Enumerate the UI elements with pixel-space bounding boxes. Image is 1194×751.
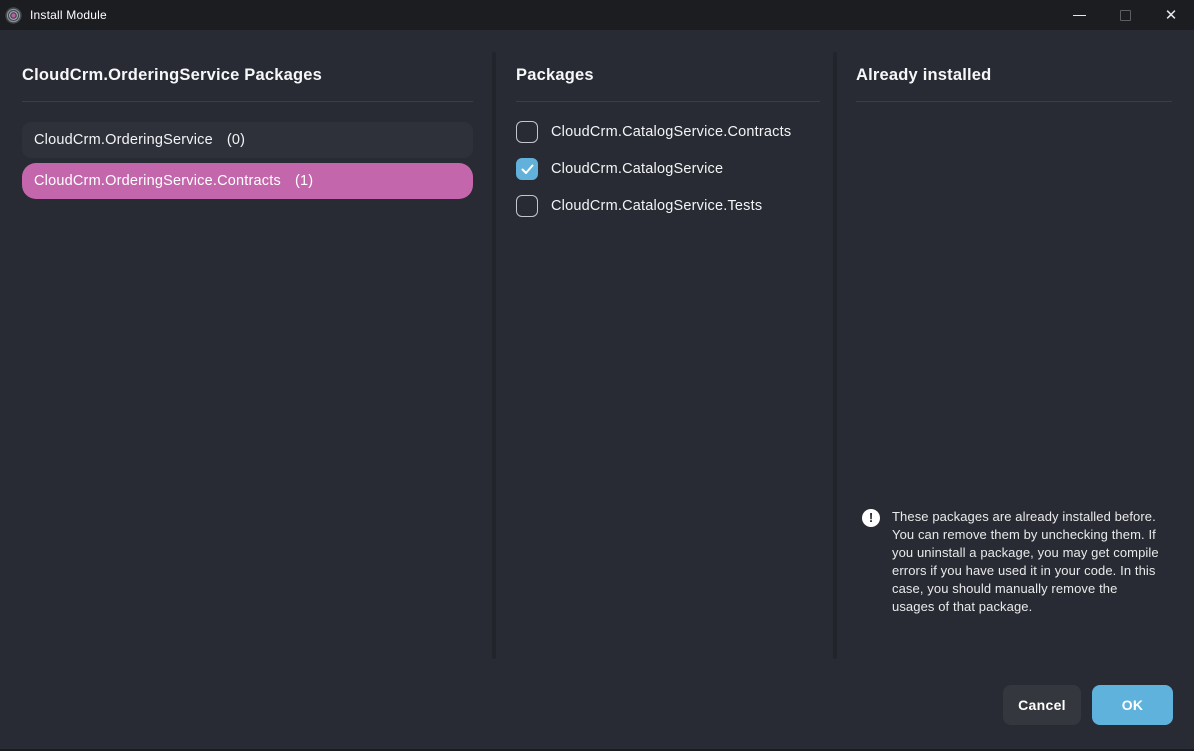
app-logo-icon [5,7,22,24]
module-item-orderingservice-contracts[interactable]: CloudCrm.OrderingService.Contracts (1) [22,163,473,199]
installed-column-header: Already installed [856,66,991,85]
package-row-catalogservice-contracts[interactable]: CloudCrm.CatalogService.Contracts [516,121,830,143]
checkbox-unchecked-icon[interactable] [516,195,538,217]
close-icon[interactable]: ✕ [1148,0,1194,30]
package-label: CloudCrm.CatalogService.Tests [551,198,762,214]
ok-button[interactable]: OK [1092,685,1173,725]
package-label: CloudCrm.CatalogService.Contracts [551,124,791,140]
checkbox-checked-icon[interactable] [516,158,538,180]
module-item-label: CloudCrm.OrderingService.Contracts [34,173,281,189]
package-row-catalogservice[interactable]: CloudCrm.CatalogService [516,158,830,180]
modules-column-header: CloudCrm.OrderingService Packages [22,66,322,85]
checkbox-unchecked-icon[interactable] [516,121,538,143]
installed-header-rule [856,101,1172,102]
column-divider [492,52,496,659]
module-list: CloudCrm.OrderingService (0) CloudCrm.Or… [22,122,473,204]
module-item-count: (0) [227,132,245,148]
maximize-icon[interactable] [1102,0,1148,30]
packages-header-rule [516,101,820,102]
column-divider [833,52,837,659]
module-item-label: CloudCrm.OrderingService [34,132,213,148]
package-row-catalogservice-tests[interactable]: CloudCrm.CatalogService.Tests [516,195,830,217]
window-title: Install Module [30,8,107,22]
module-item-count: (1) [295,173,313,189]
exclamation-icon: ! [862,509,880,527]
module-item-orderingservice[interactable]: CloudCrm.OrderingService (0) [22,122,473,158]
package-list: CloudCrm.CatalogService.Contracts CloudC… [516,121,830,232]
cancel-button[interactable]: Cancel [1003,685,1081,725]
titlebar: Install Module ✕ [0,0,1194,30]
minimize-icon[interactable] [1056,0,1102,30]
modules-header-rule [22,101,473,102]
packages-column-header: Packages [516,66,594,85]
already-installed-note: ! These packages are already installed b… [862,508,1162,616]
package-label: CloudCrm.CatalogService [551,161,723,177]
note-text: These packages are already installed bef… [892,508,1160,616]
install-module-dialog: Install Module ✕ CloudCrm.OrderingServic… [0,0,1194,751]
